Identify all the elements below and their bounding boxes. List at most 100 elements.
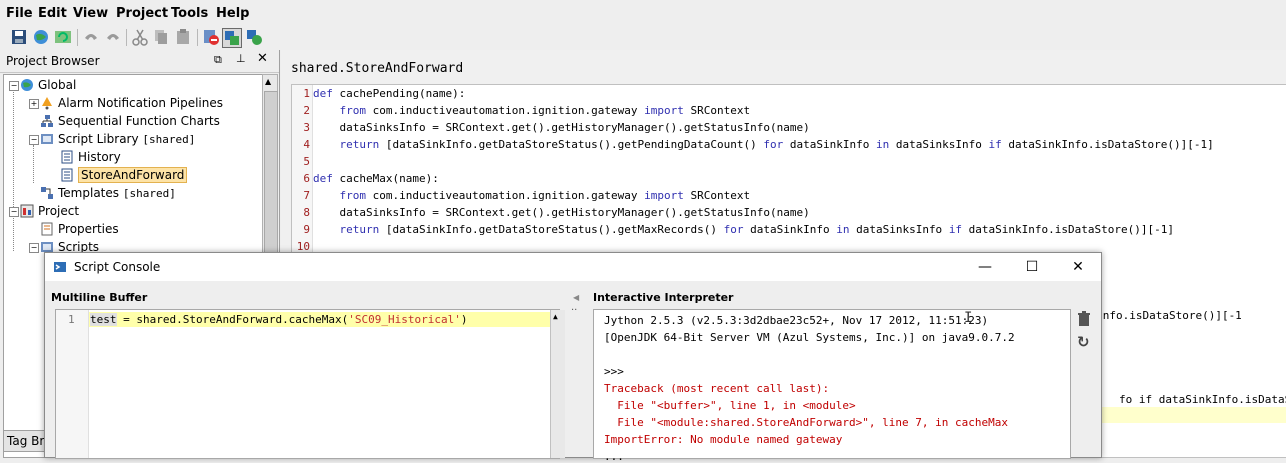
collapse-left-icon[interactable]: ◀: [573, 293, 579, 302]
interpreter-line: [OpenJDK 64-Bit Server VM (Azul Systems,…: [604, 331, 1015, 344]
tree-item-alarm-pipelines[interactable]: Alarm Notification Pipelines: [40, 94, 223, 112]
interpreter-line: >>>: [604, 365, 624, 378]
line-number: 7: [303, 189, 310, 202]
undo-icon[interactable]: [82, 28, 100, 46]
interpreter-error-line: File "<module:shared.StoreAndForward>", …: [604, 416, 1008, 429]
pin-icon[interactable]: ⊥: [236, 52, 246, 65]
line-number: 2: [303, 104, 310, 117]
restore-panel-icon[interactable]: ⧉: [214, 53, 222, 67]
reset-icon[interactable]: ↻: [1077, 333, 1090, 351]
project-icon: [20, 204, 34, 218]
globe-icon: [20, 78, 34, 92]
trash-icon[interactable]: [1077, 311, 1091, 330]
code-line: return [dataSinkInfo.getDataStoreStatus(…: [339, 223, 1174, 236]
scroll-up-icon[interactable]: ▲: [553, 312, 558, 321]
menu-project[interactable]: Project: [116, 6, 168, 21]
line-number: 5: [303, 155, 310, 168]
interpreter-error-line: ImportError: No module named gateway: [604, 433, 843, 446]
properties-icon: [40, 222, 54, 236]
tree-item-storeandforward[interactable]: StoreAndForward: [60, 166, 188, 184]
project-browser-header: Project Browser ⧉ ⊥ ✕: [0, 50, 279, 73]
minimize-button[interactable]: —: [970, 257, 1000, 277]
tree-item-label: Properties: [58, 222, 119, 236]
console-window-icon: [53, 260, 67, 277]
interpreter-error-line: File "<buffer>", line 1, in <module>: [604, 399, 856, 412]
redo-icon[interactable]: [104, 28, 122, 46]
menu-edit[interactable]: Edit: [38, 6, 67, 21]
console-titlebar[interactable]: Script Console — ☐ ✕: [45, 253, 1101, 281]
expand-scripts-icon[interactable]: −: [29, 243, 39, 253]
collapse-script-library-icon[interactable]: −: [29, 135, 39, 145]
code-line: def cacheMax(name):: [313, 172, 439, 185]
code-line: dataSinksInfo = SRContext.get().getHisto…: [313, 206, 810, 219]
close-panel-icon[interactable]: ✕: [257, 51, 268, 66]
menu-help[interactable]: Help: [216, 6, 249, 21]
maximize-button[interactable]: ☐: [1017, 257, 1047, 277]
tree-item-properties[interactable]: Properties: [40, 220, 119, 238]
text-cursor-icon: I: [964, 310, 973, 326]
interpreter-error-line: Traceback (most recent call last):: [604, 382, 830, 395]
comm-read-write-icon[interactable]: [222, 28, 242, 48]
tree-item-label: Alarm Notification Pipelines: [58, 96, 224, 110]
buffer-string: 'SC09_Historical': [348, 313, 461, 326]
tree-item-label: Sequential Function Charts: [58, 114, 220, 128]
tree-item-label-selected: StoreAndForward: [78, 167, 188, 183]
project-browser-title: Project Browser: [6, 54, 100, 68]
close-button[interactable]: ✕: [1063, 257, 1093, 277]
refresh-icon[interactable]: [54, 28, 72, 46]
collapse-global-icon[interactable]: −: [9, 81, 19, 91]
collapse-project-icon[interactable]: −: [9, 207, 19, 217]
multiline-buffer-label: Multiline Buffer: [51, 291, 148, 304]
scroll-up-icon[interactable]: ▲: [265, 77, 271, 86]
multiline-buffer-editor[interactable]: 1 test = shared.StoreAndForward.cacheMax…: [55, 309, 565, 459]
code-line: from com.inductiveautomation.ignition.ga…: [339, 189, 751, 202]
menu-file[interactable]: File: [6, 6, 33, 21]
chart-icon: [40, 114, 54, 128]
code-line: def cachePending(name):: [313, 87, 466, 100]
script-console-window: Script Console — ☐ ✕ Multiline Buffer ◀ …: [44, 252, 1102, 463]
script-icon: [60, 150, 74, 164]
interpreter-line: ...: [604, 450, 624, 463]
interactive-interpreter-label: Interactive Interpreter: [593, 291, 734, 304]
menu-tools[interactable]: Tools: [171, 6, 208, 21]
tree-item-label: Global: [38, 78, 77, 92]
interpreter-output[interactable]: Jython 2.5.3 (v2.5.3:3d2dbae23c52+, Nov …: [593, 309, 1071, 463]
save-icon[interactable]: [10, 28, 28, 46]
menu-bar: File Edit View Project Tools Help: [0, 0, 1286, 26]
menu-view[interactable]: View: [73, 6, 108, 21]
editor-title: shared.StoreAndForward: [291, 61, 464, 76]
code-line: return [dataSinkInfo.getDataStoreStatus(…: [339, 138, 1214, 151]
line-number: 8: [303, 206, 310, 219]
tree-item-project[interactable]: Project: [20, 202, 79, 220]
code-line: from com.inductiveautomation.ignition.ga…: [339, 104, 751, 117]
line-number: 4: [303, 138, 310, 151]
split-divider-handle[interactable]: ··: [571, 305, 577, 316]
tree-item-history[interactable]: History: [60, 148, 121, 166]
buffer-code-line: test = shared.StoreAndForward.cacheMax('…: [90, 313, 468, 326]
tree-item-sfc[interactable]: Sequential Function Charts: [40, 112, 220, 130]
paste-icon[interactable]: [174, 28, 192, 46]
buffer-scrollbar[interactable]: ▲: [550, 310, 565, 458]
tree-item-script-library[interactable]: Script Library [shared]: [40, 130, 195, 148]
publish-disabled-icon[interactable]: [202, 28, 220, 46]
line-number: 1: [303, 87, 310, 100]
tree-item-label: Script Library: [58, 132, 139, 146]
shared-badge: [shared]: [122, 187, 176, 200]
cut-icon[interactable]: [131, 28, 149, 46]
tree-item-global[interactable]: Global: [20, 76, 76, 94]
comm-read-icon[interactable]: [245, 28, 263, 46]
copy-icon[interactable]: [152, 28, 170, 46]
expand-alarm-pipelines-icon[interactable]: +: [29, 99, 39, 109]
code-line-partial: fo if dataSinkInfo.isDataSt: [1119, 393, 1286, 406]
code-line: dataSinksInfo = SRContext.get().getHisto…: [313, 121, 810, 134]
line-number: 3: [303, 121, 310, 134]
tag-browser-tab[interactable]: Tag Br: [3, 430, 48, 452]
script-library-icon: [40, 132, 54, 146]
globe-icon[interactable]: [32, 28, 50, 46]
buffer-gutter: [56, 310, 89, 458]
script-icon: [60, 168, 74, 182]
tree-item-label: History: [78, 150, 121, 164]
buffer-expr: = shared.StoreAndForward.cacheMax(: [116, 313, 349, 326]
tree-item-templates[interactable]: Templates [shared]: [40, 184, 176, 202]
shared-badge: [shared]: [142, 133, 196, 146]
